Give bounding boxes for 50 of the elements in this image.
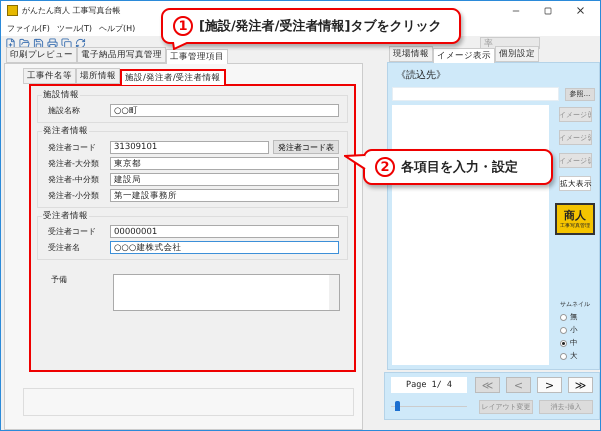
group-title: 発注者情報 bbox=[42, 125, 89, 137]
field-label: 施設名称 bbox=[48, 105, 81, 116]
tab[interactable]: 現場情報 bbox=[389, 46, 433, 62]
app-icon bbox=[7, 5, 18, 16]
field-label: 発注者-小分類 bbox=[48, 190, 100, 201]
field-label: 発注者-中分類 bbox=[48, 174, 100, 185]
group-title: 施設情報 bbox=[42, 89, 80, 101]
page-indicator: Page 1/ 4 bbox=[391, 377, 467, 393]
new-file-icon[interactable] bbox=[5, 38, 16, 48]
tab[interactable]: 電子納品用写真管理 bbox=[77, 47, 166, 63]
input-field[interactable]: 第一建設事務所 bbox=[110, 189, 339, 202]
input-field[interactable]: 00000001 bbox=[110, 225, 339, 238]
slider-thumb[interactable] bbox=[394, 400, 400, 410]
nav-button[interactable]: > bbox=[537, 377, 562, 393]
input-field[interactable]: 31309101 bbox=[110, 140, 269, 154]
field-label: 予備 bbox=[51, 274, 68, 285]
path-field[interactable] bbox=[392, 87, 559, 101]
refresh-icon[interactable] bbox=[75, 38, 86, 48]
menu-item[interactable]: ツール(T) bbox=[56, 22, 92, 34]
field-label: 受注者コード bbox=[48, 226, 97, 237]
tab[interactable]: 印刷プレビュー bbox=[6, 47, 77, 63]
menu-item[interactable]: ヘルプ(H) bbox=[98, 22, 136, 34]
folder-icon[interactable] bbox=[19, 38, 30, 48]
field-label: 発注者コード bbox=[48, 142, 97, 152]
input-field[interactable]: 東京都 bbox=[110, 157, 339, 170]
callout-text: 各項目を入力・設定 bbox=[401, 158, 518, 176]
input-field[interactable]: ○○町 bbox=[110, 104, 339, 117]
input-field[interactable]: 建設局 bbox=[110, 173, 339, 186]
field-label: 発注者-大分類 bbox=[48, 158, 100, 169]
save-icon[interactable] bbox=[33, 38, 44, 48]
group-title: 受注者情報 bbox=[42, 210, 89, 222]
field-label: 受注者名 bbox=[48, 242, 81, 253]
tab[interactable]: 個別設定 bbox=[495, 46, 539, 62]
printer-icon[interactable] bbox=[47, 38, 58, 48]
tab[interactable]: 工事件名等 bbox=[23, 68, 76, 84]
menu-item[interactable]: ファイル(F) bbox=[7, 22, 50, 34]
callout-text: [施設/発注者/受注者情報]タブをクリック bbox=[199, 18, 442, 35]
input-field[interactable]: ○○○建株式会社 bbox=[110, 241, 339, 254]
step-number: 2 bbox=[375, 157, 395, 177]
window-title: がんたん商人 工事写真台帳 bbox=[22, 5, 122, 16]
tab[interactable]: イメージ表示 bbox=[433, 48, 495, 63]
logo-text: 商人 bbox=[564, 210, 586, 220]
tab[interactable]: 場所情報 bbox=[76, 68, 120, 84]
panel-title: 《読込先》 bbox=[395, 68, 447, 83]
tab[interactable]: 施設/発注者/受注者情報 bbox=[120, 69, 226, 85]
copy-icon[interactable] bbox=[61, 38, 72, 48]
memo-field[interactable] bbox=[113, 274, 340, 311]
step-number: 1 bbox=[173, 16, 193, 36]
nav-button[interactable]: ≫ bbox=[568, 377, 593, 393]
code-table-button[interactable]: 発注者コード表 bbox=[273, 140, 339, 154]
